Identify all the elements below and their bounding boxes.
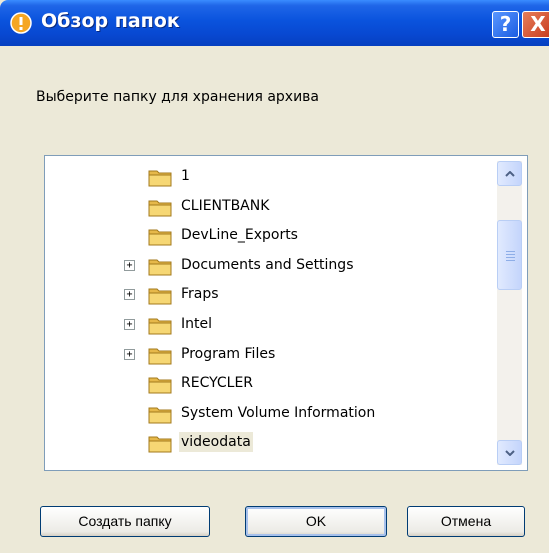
tree-item[interactable]: RECYCLER: [45, 373, 495, 395]
tree-item-label: Intel: [181, 316, 212, 332]
tree-item[interactable]: DevLine_Exports: [45, 225, 495, 247]
tree-item-label: Documents and Settings: [181, 256, 354, 273]
vertical-scrollbar[interactable]: [497, 161, 522, 465]
folder-icon: [148, 167, 172, 187]
chevron-down-icon: [505, 450, 515, 456]
help-button[interactable]: ?: [492, 11, 519, 38]
tree-item-label: RECYCLER: [181, 375, 254, 392]
tree-item[interactable]: + Intel: [45, 314, 495, 336]
tree-item-label: CLIENTBANK: [181, 197, 270, 214]
folder-icon: [148, 433, 172, 453]
tree-item-label: Program Files: [181, 345, 276, 362]
folder-icon: [148, 197, 172, 217]
folder-icon: [148, 226, 172, 246]
tree-item-label: Fraps: [181, 286, 219, 303]
instruction-text: Выберите папку для хранения архива: [36, 89, 320, 105]
ok-button[interactable]: OK: [245, 506, 387, 537]
tree-item-label: DevLine_Exports: [181, 227, 298, 244]
tree-item-label: 1: [181, 168, 190, 184]
folder-icon: [148, 374, 172, 394]
tree-item[interactable]: CLIENTBANK: [45, 196, 495, 218]
scroll-thumb[interactable]: [497, 220, 522, 290]
close-button[interactable]: X: [522, 11, 549, 38]
window-title: Обзор папок: [41, 10, 180, 32]
tree-item[interactable]: + Program Files: [45, 344, 495, 366]
cancel-button[interactable]: Отмена: [407, 506, 525, 537]
folder-tree[interactable]: 1 CLIENTBANK DevLine_Exports + Documents and…: [44, 155, 528, 471]
chevron-up-icon: [505, 171, 515, 177]
scroll-up-button[interactable]: [497, 161, 522, 186]
tree-item-label: System Volume Information: [181, 404, 376, 421]
tree-item[interactable]: + Documents and Settings: [45, 255, 495, 277]
tree-item[interactable]: 1: [45, 166, 495, 188]
folder-icon: [148, 345, 172, 365]
folder-icon: [148, 404, 172, 424]
new-folder-button[interactable]: Создать папку: [40, 506, 210, 537]
title-bar[interactable]: Обзор папок ? X: [0, 0, 549, 46]
folder-icon: [148, 256, 172, 276]
folder-icon: [148, 315, 172, 335]
tree-item[interactable]: System Volume Information: [45, 403, 495, 425]
expand-icon[interactable]: +: [124, 319, 135, 330]
expand-icon[interactable]: +: [124, 348, 135, 360]
info-icon: [10, 12, 32, 34]
scroll-down-button[interactable]: [497, 440, 522, 465]
expand-icon[interactable]: +: [124, 259, 135, 271]
tree-item-label: videodata: [179, 432, 253, 453]
tree-item[interactable]: videodata: [45, 432, 495, 454]
tree-item[interactable]: + Fraps: [45, 284, 495, 306]
folder-icon: [148, 285, 172, 305]
expand-icon[interactable]: +: [124, 289, 135, 301]
